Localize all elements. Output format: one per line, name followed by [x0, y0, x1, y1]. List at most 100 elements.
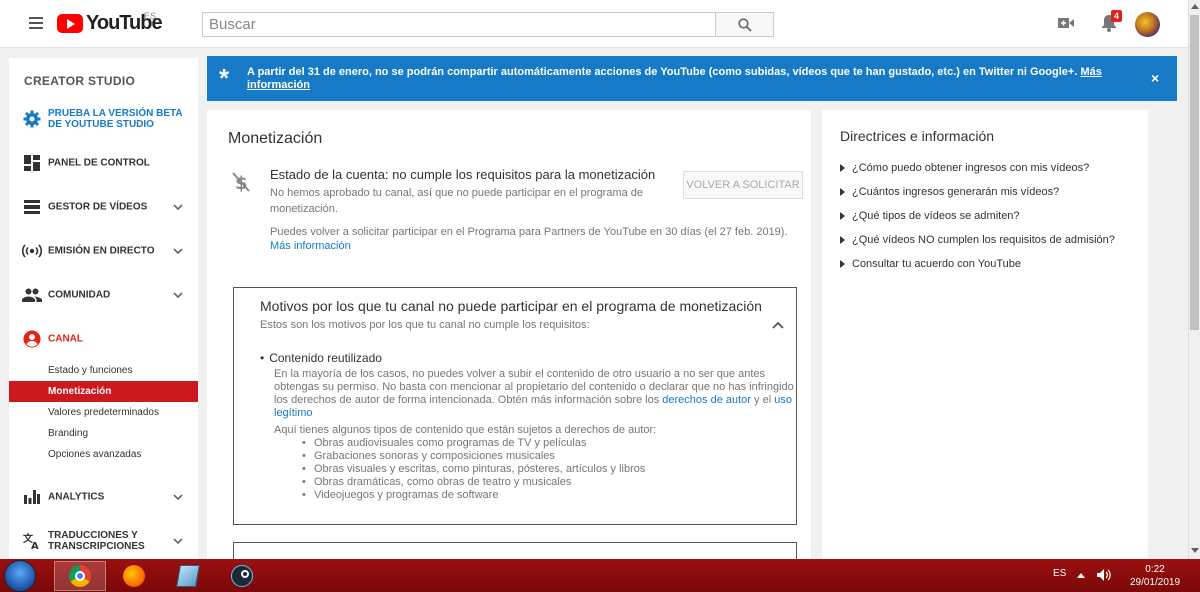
sidebar-item-dashboard[interactable]: PANEL DE CONTROL — [9, 148, 198, 178]
video-list-icon — [22, 197, 42, 217]
taskbar-steam[interactable] — [216, 561, 268, 591]
guidelines-list: ¿Cómo puedo obtener ingresos con mis víd… — [840, 161, 1115, 281]
broadcast-icon — [22, 241, 42, 261]
sidebar-item-analytics[interactable]: ANALYTICS — [9, 482, 198, 512]
guideline-link[interactable]: ¿Qué vídeos NO cumplen los requisitos de… — [840, 233, 1115, 257]
bar-chart-icon — [22, 487, 42, 507]
taskbar-firefox[interactable] — [108, 561, 160, 591]
sidebar-item-video-manager[interactable]: GESTOR DE VÍDEOS — [9, 192, 198, 222]
chevron-down-icon[interactable] — [173, 248, 183, 254]
banner-message: A partir del 31 de enero, no se podrán c… — [247, 66, 1137, 92]
video-camera-icon[interactable] — [1058, 17, 1074, 29]
speaker-icon[interactable] — [1097, 569, 1111, 581]
sidebar-item-label: CANAL — [48, 333, 83, 345]
gear-icon — [22, 109, 42, 129]
sidebar-item-beta[interactable]: PRUEBA LA VERSIÓN BETA DE YOUTUBE STUDIO — [9, 104, 198, 134]
sidebar-subitem-monetization[interactable]: Monetización — [9, 381, 198, 402]
sidebar-item-community[interactable]: COMUNIDAD — [9, 280, 198, 310]
reapply-button[interactable]: VOLVER A SOLICITAR — [683, 171, 803, 199]
menu-icon[interactable] — [29, 17, 43, 29]
chevron-down-icon[interactable] — [173, 204, 183, 210]
list-item: Grabaciones sonoras y composiciones musi… — [302, 450, 645, 463]
clock-date: 29/01/2019 — [1129, 577, 1181, 588]
language-indicator[interactable]: ES — [1053, 568, 1066, 579]
sidebar-title: CREATOR STUDIO — [24, 74, 136, 88]
sidebar-item-label: GESTOR DE VÍDEOS — [48, 201, 148, 213]
youtube-play-icon — [57, 14, 83, 33]
reapply-note-text: Puedes volver a solicitar participar en … — [270, 226, 788, 238]
chevron-up-icon[interactable] — [772, 321, 784, 329]
scrollbar[interactable] — [1188, 0, 1200, 559]
taskbar-chrome[interactable] — [54, 561, 106, 591]
asterisk-icon: * — [219, 63, 230, 93]
account-circle-icon — [22, 329, 42, 349]
steam-icon — [231, 565, 253, 587]
account-status-title: Estado de la cuenta: no cumple los requi… — [270, 167, 656, 182]
copyright-work-list: Obras audiovisuales como programas de TV… — [302, 437, 645, 502]
top-bar: YouTube ES Buscar 4 — [0, 0, 1188, 48]
guidelines-title: Directrices e información — [840, 128, 995, 144]
guideline-link[interactable]: ¿Cómo puedo obtener ingresos con mis víd… — [840, 161, 1115, 185]
more-info-link[interactable]: Más información — [270, 240, 351, 252]
sidebar-item-label: TRADUCCIONES Y TRANSCRIPCIONES — [48, 530, 145, 552]
reasons-title: Motivos por los que tu canal no puede pa… — [260, 298, 762, 314]
reasons-subtitle: Estos son los motivos por los que tu can… — [260, 319, 590, 331]
sidebar-item-label: PRUEBA LA VERSIÓN BETA DE YOUTUBE STUDIO — [48, 108, 183, 130]
chevron-down-icon[interactable] — [173, 538, 183, 544]
application-icon — [176, 565, 200, 587]
close-icon[interactable]: × — [1151, 70, 1159, 86]
next-panel — [233, 542, 797, 559]
chevron-down-icon[interactable] — [173, 494, 183, 500]
sidebar-item-channel[interactable]: CANAL — [9, 324, 198, 354]
copyright-link[interactable]: derechos de autor — [662, 394, 751, 406]
region-code: ES — [144, 11, 157, 21]
search-icon — [738, 18, 752, 32]
banner-text: A partir del 31 de enero, no se podrán c… — [247, 66, 1078, 78]
search-button[interactable] — [715, 12, 774, 37]
reason-description: En la mayoría de los casos, no puedes vo… — [274, 368, 799, 420]
guideline-link[interactable]: Consultar tu acuerdo con YouTube — [840, 257, 1115, 281]
reason-list-intro: Aquí tienes algunos tipos de contenido q… — [274, 424, 657, 436]
system-clock[interactable]: 0:22 29/01/2019 — [1125, 563, 1185, 589]
people-icon — [22, 285, 42, 305]
sidebar-item-translations[interactable]: 文A TRADUCCIONES Y TRANSCRIPCIONES — [9, 526, 198, 556]
sidebar-subitem-advanced[interactable]: Opciones avanzadas — [9, 444, 198, 465]
chevron-down-icon[interactable] — [173, 292, 183, 298]
start-button[interactable] — [4, 560, 36, 592]
list-item: Obras dramáticas, como obras de teatro y… — [302, 476, 645, 489]
list-item: Obras visuales y escritas, como pinturas… — [302, 463, 645, 476]
taskbar: ES 0:22 29/01/2019 — [0, 559, 1200, 592]
dashboard-icon — [22, 153, 42, 173]
sidebar-subitem-status[interactable]: Estado y funciones — [9, 360, 198, 381]
sidebar-item-live[interactable]: EMISIÓN EN DIRECTO — [9, 236, 198, 266]
list-item: Obras audiovisuales como programas de TV… — [302, 437, 645, 450]
tray-expand-icon[interactable] — [1077, 573, 1085, 578]
search-input[interactable]: Buscar — [202, 12, 716, 37]
clock-time: 0:22 — [1145, 564, 1165, 575]
sidebar-subitem-defaults[interactable]: Valores predeterminados — [9, 402, 198, 423]
page-title: Monetización — [228, 130, 323, 147]
monetization-card: Monetización $ Estado de la cuenta: no c… — [207, 110, 811, 559]
guideline-link[interactable]: ¿Cuántos ingresos generarán mis vídeos? — [840, 185, 1115, 209]
sidebar-item-label: EMISIÓN EN DIRECTO — [48, 245, 155, 257]
avatar[interactable] — [1135, 12, 1160, 37]
translate-icon: 文A — [22, 531, 42, 551]
scroll-thumb[interactable] — [1190, 15, 1199, 330]
scroll-up-arrow-icon[interactable] — [1191, 4, 1199, 9]
sidebar-item-label: PANEL DE CONTROL — [48, 157, 150, 169]
guideline-link[interactable]: ¿Qué tipos de vídeos se admiten? — [840, 209, 1115, 233]
notification-badge: 4 — [1111, 10, 1123, 22]
firefox-icon — [123, 565, 145, 587]
account-status-description: No hemos aprobado tu canal, así que no p… — [270, 187, 644, 215]
guidelines-card: Directrices e información ¿Cómo puedo ob… — [822, 110, 1148, 559]
chrome-icon — [69, 565, 91, 587]
sidebar: CREATOR STUDIO PRUEBA LA VERSIÓN BETA DE… — [9, 58, 198, 559]
reapply-note: Puedes volver a solicitar participar en … — [270, 225, 810, 253]
announcement-banner: * A partir del 31 de enero, no se podrán… — [207, 56, 1177, 101]
no-money-icon: $ — [232, 172, 250, 194]
taskbar-app[interactable] — [162, 561, 214, 591]
scroll-down-arrow-icon[interactable] — [1191, 548, 1199, 553]
reason-title: Contenido reutilizado — [260, 351, 382, 365]
sidebar-item-label: COMUNIDAD — [48, 289, 111, 301]
sidebar-subitem-branding[interactable]: Branding — [9, 423, 198, 444]
